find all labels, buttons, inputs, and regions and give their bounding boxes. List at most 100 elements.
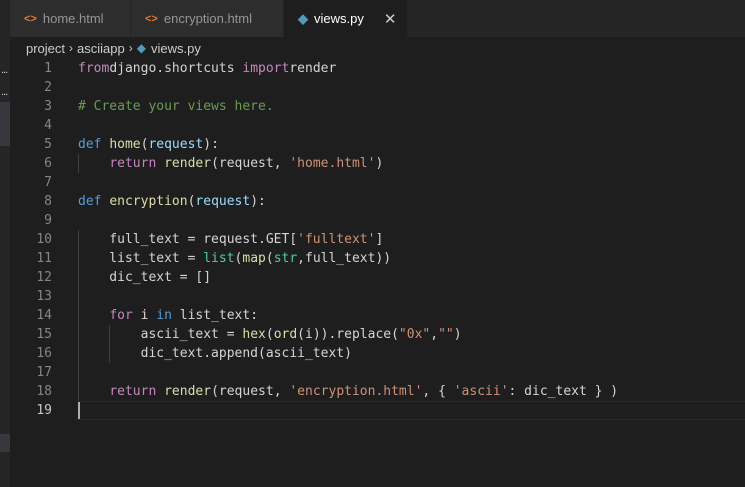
- code-token: : dic_text } ): [508, 384, 619, 399]
- code-line[interactable]: 13: [10, 287, 745, 306]
- line-number: 12: [36, 270, 52, 285]
- line-number: 13: [36, 289, 52, 304]
- code-text: # Create your views here.: [78, 97, 274, 116]
- line-number: 6: [44, 156, 52, 171]
- code-token: home: [109, 137, 141, 152]
- code-text: dic_text.append(ascii_text): [78, 344, 352, 363]
- line-number: 18: [36, 384, 52, 399]
- breadcrumb-item-asciiapp[interactable]: asciiapp: [77, 41, 125, 56]
- line-number: 2: [44, 80, 52, 95]
- html-file-icon: <>: [145, 12, 158, 25]
- code-text: return render(request, 'home.html'): [78, 154, 383, 173]
- code-line[interactable]: 5 def home(request):: [10, 135, 745, 154]
- code-token: "0x": [398, 327, 431, 342]
- code-editor[interactable]: 1 fromdjango.shortcuts importrender 2 3 # Cr…: [10, 59, 745, 487]
- code-text: return render(request, 'encryption.html'…: [78, 382, 618, 401]
- tab-home-html[interactable]: <> home.html: [10, 0, 131, 37]
- code-token: (: [265, 251, 274, 266]
- line-number: 5: [44, 137, 52, 152]
- line-number: 11: [36, 251, 52, 266]
- code-token: 'home.html': [289, 156, 376, 171]
- code-text: def home(request):: [78, 135, 219, 154]
- code-token: (: [265, 327, 274, 342]
- close-icon[interactable]: ✕: [384, 10, 397, 28]
- line-number: 15: [36, 327, 52, 342]
- code-token: str: [273, 251, 298, 266]
- more-icon[interactable]: ...: [1, 87, 9, 98]
- code-token: def: [78, 137, 110, 152]
- code-line[interactable]: 12 dic_text = []: [10, 268, 745, 287]
- line-number: 14: [36, 308, 52, 323]
- code-line[interactable]: 10 full_text = request.GET['fulltext']: [10, 230, 745, 249]
- code-token: render: [289, 61, 337, 76]
- code-token: ,full_text)): [297, 251, 392, 266]
- code-token: 'fulltext': [297, 232, 376, 247]
- line-number: 7: [44, 175, 52, 190]
- code-line[interactable]: 19: [10, 401, 745, 420]
- code-line[interactable]: 9: [10, 211, 745, 230]
- code-line[interactable]: 4: [10, 116, 745, 135]
- explorer-selection: [0, 102, 10, 146]
- tab-label: home.html: [42, 11, 104, 26]
- line-number: 16: [36, 346, 52, 361]
- code-token: ]: [375, 232, 384, 247]
- line-number: 9: [44, 213, 52, 228]
- code-token: def: [78, 194, 110, 209]
- code-line[interactable]: 11 list_text = list(map(str,full_text)): [10, 249, 745, 268]
- explorer-strip: ... ...: [0, 0, 10, 487]
- code-token: 'ascii': [453, 384, 509, 399]
- line-number: 8: [44, 194, 52, 209]
- code-text: dic_text = []: [78, 268, 211, 287]
- code-line[interactable]: 7: [10, 173, 745, 192]
- code-token: request: [195, 194, 251, 209]
- code-token: ,: [430, 327, 439, 342]
- code-text: def encryption(request):: [78, 192, 266, 211]
- tab-encryption-html[interactable]: <> encryption.html: [131, 0, 284, 37]
- breadcrumb: project › asciiapp › ◆ views.py: [10, 37, 745, 59]
- code-line[interactable]: 6 return render(request, 'home.html'): [10, 154, 745, 173]
- html-file-icon: <>: [24, 12, 37, 25]
- code-token: list_text:: [179, 308, 259, 323]
- code-token: map: [242, 251, 266, 266]
- python-file-icon: ◆: [136, 41, 146, 55]
- code-token: for: [109, 308, 141, 323]
- code-line[interactable]: 2: [10, 78, 745, 97]
- code-line[interactable]: 16 dic_text.append(ascii_text): [10, 344, 745, 363]
- code-token: request: [148, 137, 204, 152]
- tab-label: encryption.html: [163, 11, 253, 26]
- code-token: (request,: [211, 384, 290, 399]
- breadcrumb-item-project[interactable]: project: [26, 41, 65, 56]
- tab-bar: <> home.html <> encryption.html ◆ views.…: [10, 0, 745, 37]
- chevron-right-icon: ›: [128, 41, 133, 55]
- code-token: return: [109, 156, 165, 171]
- tab-views-py[interactable]: ◆ views.py ✕: [284, 0, 408, 37]
- code-line[interactable]: 1 fromdjango.shortcuts importrender: [10, 59, 745, 78]
- code-token: "": [438, 327, 454, 342]
- text-cursor: [78, 402, 80, 419]
- code-token: 'encryption.html': [289, 384, 423, 399]
- line-number: 1: [44, 61, 52, 76]
- code-token: dic_text.append(ascii_text): [78, 346, 352, 361]
- breadcrumb-item-file[interactable]: views.py: [151, 41, 201, 56]
- code-token: ):: [250, 194, 266, 209]
- code-token: i: [140, 308, 157, 323]
- code-token: django.shortcuts: [109, 61, 243, 76]
- code-line[interactable]: 14 for i in list_text:: [10, 306, 745, 325]
- code-line[interactable]: 8 def encryption(request):: [10, 192, 745, 211]
- line-number: 19: [36, 403, 52, 418]
- code-token: list_text =: [78, 251, 204, 266]
- code-line[interactable]: 17: [10, 363, 745, 382]
- code-line[interactable]: 15 ascii_text = hex(ord(i)).replace("0x"…: [10, 325, 745, 344]
- code-line[interactable]: 18 return render(request, 'encryption.ht…: [10, 382, 745, 401]
- explorer-selection: [0, 434, 10, 452]
- code-token: render: [164, 384, 212, 399]
- code-line[interactable]: 3 # Create your views here.: [10, 97, 745, 116]
- code-token: (request,: [211, 156, 290, 171]
- more-icon[interactable]: ...: [1, 65, 9, 76]
- code-token: from: [78, 61, 110, 76]
- line-number: 10: [36, 232, 52, 247]
- code-token: full_text = request.GET[: [78, 232, 298, 247]
